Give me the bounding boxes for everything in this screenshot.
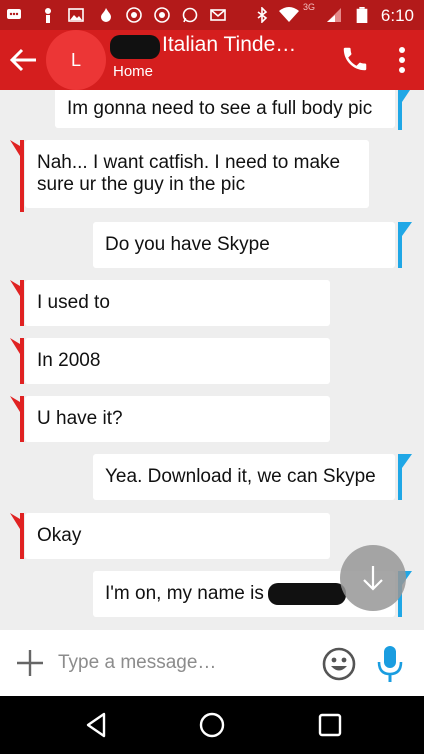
message-text: Nah... I want catfish. I need to make su… <box>37 152 341 195</box>
microphone-icon[interactable] <box>376 644 404 684</box>
message-composer <box>0 630 424 696</box>
sent-flag-icon <box>398 90 410 130</box>
received-flag-icon <box>10 338 24 384</box>
status-bar: 3G 6:10 <box>0 0 424 30</box>
conversation-title[interactable]: Italian Tinde… <box>162 33 296 57</box>
nav-home-icon[interactable] <box>198 711 226 739</box>
received-flag-icon <box>10 513 24 559</box>
message-text: U have it? <box>37 408 123 429</box>
message-bubble[interactable]: Okay <box>25 513 330 559</box>
message-text: Yea. Download it, we can Skype <box>105 466 376 487</box>
whatsapp-icon <box>182 7 198 23</box>
message-bubble[interactable]: U have it? <box>25 396 330 442</box>
app-bar: L Italian Tinde… Home <box>0 30 424 90</box>
message-text: Im gonna need to see a full body pic <box>67 98 373 119</box>
conversation-subtitle: Home <box>113 63 154 80</box>
received-flag-icon <box>10 280 24 326</box>
clock: 6:10 <box>380 6 414 25</box>
message-text: Do you have Skype <box>105 234 270 255</box>
message-bubble[interactable]: In 2008 <box>25 338 330 384</box>
system-navigation-bar <box>0 696 424 754</box>
message-bubble[interactable]: I used to <box>25 280 330 326</box>
avatar[interactable]: L <box>46 30 106 90</box>
image-icon <box>68 8 84 22</box>
signal-icon <box>327 8 341 22</box>
nav-recents-icon[interactable] <box>316 711 344 739</box>
bluetooth-icon <box>257 7 268 23</box>
message-text: Okay <box>37 525 82 546</box>
person-icon <box>45 8 51 23</box>
received-flag-icon <box>10 396 24 442</box>
received-flag-icon <box>10 140 24 212</box>
phone-icon[interactable] <box>340 44 370 74</box>
arrow-down-icon <box>363 566 383 591</box>
message-bubble[interactable]: Do you have Skype <box>93 222 395 268</box>
message-icon <box>7 9 21 19</box>
flame-icon <box>101 8 111 22</box>
redacted-username <box>267 583 346 605</box>
message-bubble[interactable]: Nah... I want catfish. I need to make su… <box>25 140 369 208</box>
chrome-icon <box>154 7 170 23</box>
chrome-icon <box>126 7 142 23</box>
sent-flag-icon <box>398 222 412 268</box>
battery-icon <box>356 7 368 23</box>
message-input[interactable] <box>58 644 308 682</box>
message-text: In 2008 <box>37 350 101 371</box>
redacted-name <box>110 35 160 59</box>
network-type: 3G <box>303 2 316 12</box>
add-attachment-icon[interactable] <box>16 649 44 677</box>
message-text: I used to <box>37 292 110 313</box>
scroll-to-bottom-button[interactable] <box>340 545 406 611</box>
message-bubble[interactable]: Yea. Download it, we can Skype <box>93 454 395 500</box>
wifi-icon <box>279 7 299 22</box>
message-text: I'm on, my name is <box>105 583 264 604</box>
emoji-icon[interactable] <box>322 647 356 681</box>
message-bubble[interactable]: Im gonna need to see a full body pic <box>55 90 395 128</box>
nav-back-icon[interactable] <box>82 711 110 739</box>
gmail-icon <box>210 9 226 21</box>
sent-flag-icon <box>398 454 412 500</box>
back-arrow-icon[interactable] <box>8 44 40 76</box>
more-options-icon[interactable] <box>392 42 412 78</box>
